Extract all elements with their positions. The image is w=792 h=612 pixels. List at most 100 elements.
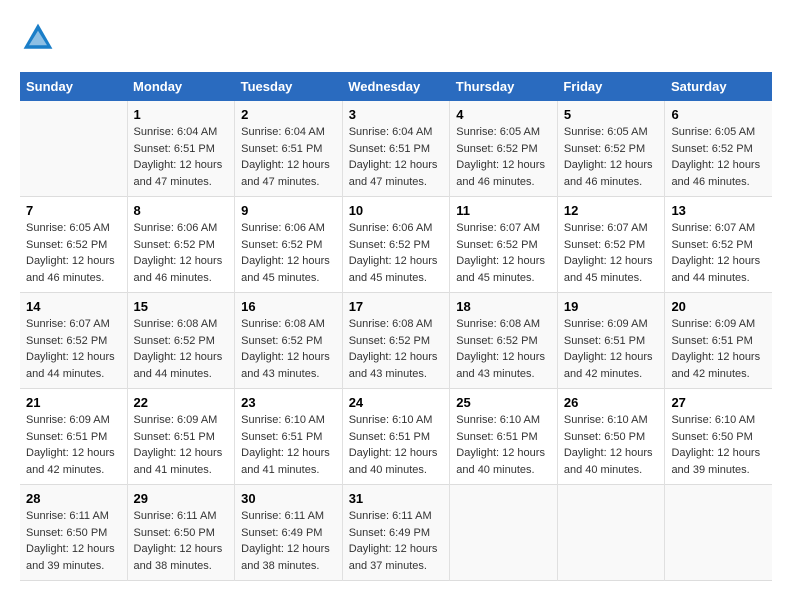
day-cell: 4 Sunrise: 6:05 AM Sunset: 6:52 PM Daylig…	[450, 101, 558, 197]
day-cell	[20, 101, 127, 197]
day-info: Sunrise: 6:06 AM Sunset: 6:52 PM Dayligh…	[134, 220, 229, 286]
week-row-4: 21 Sunrise: 6:09 AM Sunset: 6:51 PM Dayli…	[20, 389, 772, 485]
day-info: Sunrise: 6:05 AM Sunset: 6:52 PM Dayligh…	[671, 124, 766, 190]
day-number: 11	[456, 203, 551, 218]
day-cell: 5 Sunrise: 6:05 AM Sunset: 6:52 PM Daylig…	[557, 101, 665, 197]
day-info: Sunrise: 6:06 AM Sunset: 6:52 PM Dayligh…	[349, 220, 444, 286]
day-cell: 3 Sunrise: 6:04 AM Sunset: 6:51 PM Daylig…	[342, 101, 450, 197]
week-row-1: 1Sunrise: 6:04 AM Sunset: 6:51 PM Daylig…	[20, 101, 772, 197]
day-info: Sunrise: 6:05 AM Sunset: 6:52 PM Dayligh…	[564, 124, 659, 190]
day-number: 17	[349, 299, 444, 314]
day-info: Sunrise: 6:11 AM Sunset: 6:50 PM Dayligh…	[134, 508, 229, 574]
day-info: Sunrise: 6:09 AM Sunset: 6:51 PM Dayligh…	[134, 412, 229, 478]
calendar-header: SundayMondayTuesdayWednesdayThursdayFrid…	[20, 72, 772, 101]
header-cell-thursday: Thursday	[450, 72, 558, 101]
day-cell: 27Sunrise: 6:10 AM Sunset: 6:50 PM Dayli…	[665, 389, 772, 485]
day-info: Sunrise: 6:10 AM Sunset: 6:51 PM Dayligh…	[349, 412, 444, 478]
day-info: Sunrise: 6:05 AM Sunset: 6:52 PM Dayligh…	[26, 220, 121, 286]
day-info: Sunrise: 6:11 AM Sunset: 6:50 PM Dayligh…	[26, 508, 121, 574]
day-number: 12	[564, 203, 659, 218]
day-cell: 20 Sunrise: 6:09 AM Sunset: 6:51 PM Dayli…	[665, 293, 772, 389]
day-cell: 28 Sunrise: 6:11 AM Sunset: 6:50 PM Dayli…	[20, 485, 127, 581]
day-info: Sunrise: 6:08 AM Sunset: 6:52 PM Dayligh…	[456, 316, 551, 382]
header-cell-friday: Friday	[557, 72, 665, 101]
page-header	[20, 20, 772, 56]
logo	[20, 20, 62, 56]
day-number: 15	[134, 299, 229, 314]
day-cell: 24 Sunrise: 6:10 AM Sunset: 6:51 PM Dayli…	[342, 389, 450, 485]
day-cell: 31 Sunrise: 6:11 AM Sunset: 6:49 PM Dayli…	[342, 485, 450, 581]
day-number: 14	[26, 299, 121, 314]
header-cell-wednesday: Wednesday	[342, 72, 450, 101]
day-cell: 12 Sunrise: 6:07 AM Sunset: 6:52 PM Dayli…	[557, 197, 665, 293]
day-info: Sunrise: 6:04 AM Sunset: 6:51 PM Dayligh…	[134, 124, 229, 190]
day-info: Sunrise: 6:10 AM Sunset: 6:50 PM Dayligh…	[671, 412, 766, 478]
day-cell: 22 Sunrise: 6:09 AM Sunset: 6:51 PM Dayli…	[127, 389, 235, 485]
day-number: 10	[349, 203, 444, 218]
day-number: 20	[671, 299, 766, 314]
week-row-2: 7 Sunrise: 6:05 AM Sunset: 6:52 PM Daylig…	[20, 197, 772, 293]
day-info: Sunrise: 6:11 AM Sunset: 6:49 PM Dayligh…	[349, 508, 444, 574]
day-number: 23	[241, 395, 336, 410]
day-number: 30	[241, 491, 336, 506]
day-cell: 13 Sunrise: 6:07 AM Sunset: 6:52 PM Dayli…	[665, 197, 772, 293]
day-cell: 6Sunrise: 6:05 AM Sunset: 6:52 PM Daylig…	[665, 101, 772, 197]
day-number: 26	[564, 395, 659, 410]
day-number: 19	[564, 299, 659, 314]
day-cell: 11 Sunrise: 6:07 AM Sunset: 6:52 PM Dayli…	[450, 197, 558, 293]
day-number: 13	[671, 203, 766, 218]
day-cell	[557, 485, 665, 581]
day-info: Sunrise: 6:09 AM Sunset: 6:51 PM Dayligh…	[564, 316, 659, 382]
day-number: 7	[26, 203, 121, 218]
day-info: Sunrise: 6:10 AM Sunset: 6:51 PM Dayligh…	[456, 412, 551, 478]
day-number: 3	[349, 107, 444, 122]
day-number: 4	[456, 107, 551, 122]
header-cell-sunday: Sunday	[20, 72, 127, 101]
day-cell: 8Sunrise: 6:06 AM Sunset: 6:52 PM Daylig…	[127, 197, 235, 293]
day-info: Sunrise: 6:05 AM Sunset: 6:52 PM Dayligh…	[456, 124, 551, 190]
day-info: Sunrise: 6:07 AM Sunset: 6:52 PM Dayligh…	[564, 220, 659, 286]
calendar-body: 1Sunrise: 6:04 AM Sunset: 6:51 PM Daylig…	[20, 101, 772, 581]
day-number: 18	[456, 299, 551, 314]
day-info: Sunrise: 6:06 AM Sunset: 6:52 PM Dayligh…	[241, 220, 336, 286]
day-info: Sunrise: 6:09 AM Sunset: 6:51 PM Dayligh…	[671, 316, 766, 382]
day-number: 2	[241, 107, 336, 122]
day-cell: 17 Sunrise: 6:08 AM Sunset: 6:52 PM Dayli…	[342, 293, 450, 389]
day-info: Sunrise: 6:07 AM Sunset: 6:52 PM Dayligh…	[671, 220, 766, 286]
day-info: Sunrise: 6:07 AM Sunset: 6:52 PM Dayligh…	[456, 220, 551, 286]
day-number: 31	[349, 491, 444, 506]
header-row: SundayMondayTuesdayWednesdayThursdayFrid…	[20, 72, 772, 101]
day-info: Sunrise: 6:04 AM Sunset: 6:51 PM Dayligh…	[349, 124, 444, 190]
day-cell: 1Sunrise: 6:04 AM Sunset: 6:51 PM Daylig…	[127, 101, 235, 197]
day-info: Sunrise: 6:10 AM Sunset: 6:51 PM Dayligh…	[241, 412, 336, 478]
day-cell: 26 Sunrise: 6:10 AM Sunset: 6:50 PM Dayli…	[557, 389, 665, 485]
day-cell: 23 Sunrise: 6:10 AM Sunset: 6:51 PM Dayli…	[235, 389, 343, 485]
day-cell: 19 Sunrise: 6:09 AM Sunset: 6:51 PM Dayli…	[557, 293, 665, 389]
day-cell: 16Sunrise: 6:08 AM Sunset: 6:52 PM Dayli…	[235, 293, 343, 389]
header-cell-tuesday: Tuesday	[235, 72, 343, 101]
day-info: Sunrise: 6:11 AM Sunset: 6:49 PM Dayligh…	[241, 508, 336, 574]
day-number: 24	[349, 395, 444, 410]
day-number: 21	[26, 395, 121, 410]
day-cell: 14Sunrise: 6:07 AM Sunset: 6:52 PM Dayli…	[20, 293, 127, 389]
week-row-3: 14Sunrise: 6:07 AM Sunset: 6:52 PM Dayli…	[20, 293, 772, 389]
day-cell: 21 Sunrise: 6:09 AM Sunset: 6:51 PM Dayli…	[20, 389, 127, 485]
day-number: 22	[134, 395, 229, 410]
header-cell-monday: Monday	[127, 72, 235, 101]
day-info: Sunrise: 6:08 AM Sunset: 6:52 PM Dayligh…	[349, 316, 444, 382]
day-cell: 18 Sunrise: 6:08 AM Sunset: 6:52 PM Dayli…	[450, 293, 558, 389]
day-cell: 9 Sunrise: 6:06 AM Sunset: 6:52 PM Daylig…	[235, 197, 343, 293]
day-cell: 30 Sunrise: 6:11 AM Sunset: 6:49 PM Dayli…	[235, 485, 343, 581]
day-number: 9	[241, 203, 336, 218]
day-info: Sunrise: 6:10 AM Sunset: 6:50 PM Dayligh…	[564, 412, 659, 478]
day-cell	[665, 485, 772, 581]
day-cell: 7 Sunrise: 6:05 AM Sunset: 6:52 PM Daylig…	[20, 197, 127, 293]
day-number: 28	[26, 491, 121, 506]
day-info: Sunrise: 6:09 AM Sunset: 6:51 PM Dayligh…	[26, 412, 121, 478]
day-cell: 10 Sunrise: 6:06 AM Sunset: 6:52 PM Dayli…	[342, 197, 450, 293]
week-row-5: 28 Sunrise: 6:11 AM Sunset: 6:50 PM Dayli…	[20, 485, 772, 581]
day-cell: 25Sunrise: 6:10 AM Sunset: 6:51 PM Dayli…	[450, 389, 558, 485]
day-info: Sunrise: 6:04 AM Sunset: 6:51 PM Dayligh…	[241, 124, 336, 190]
day-cell: 29Sunrise: 6:11 AM Sunset: 6:50 PM Dayli…	[127, 485, 235, 581]
day-number: 5	[564, 107, 659, 122]
